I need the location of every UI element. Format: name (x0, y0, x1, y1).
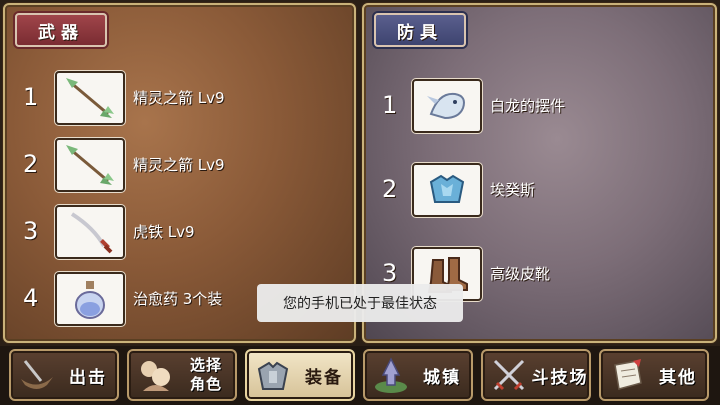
arrow-icon (55, 71, 125, 125)
dragon-ornament-icon (412, 79, 482, 133)
item-name: 精灵之箭 Lv9 (133, 156, 225, 174)
system-toast: 您的手机已处于最佳状态 (257, 284, 463, 322)
nav-label: 斗技场 (531, 367, 589, 388)
nav-town-button[interactable]: 城镇 (363, 349, 473, 401)
slot-number: 3 (382, 259, 398, 287)
weapon-slot-1[interactable]: 1 精灵之箭 Lv9 (5, 71, 354, 127)
armor-icon (251, 353, 295, 397)
nav-label: 选择 角色 (177, 356, 235, 394)
nav-arena-button[interactable]: 斗技场 (481, 349, 591, 401)
slot-number: 4 (23, 284, 39, 312)
blue-armor-icon (412, 163, 482, 217)
slot-number: 2 (382, 175, 398, 203)
weapon-slot-2[interactable]: 2 精灵之箭 Lv9 (5, 138, 354, 194)
item-name: 埃癸斯 (490, 181, 536, 199)
potion-icon (55, 272, 125, 326)
weapon-panel-title: 武器 (15, 13, 107, 47)
town-icon (369, 353, 413, 397)
bottom-navbar: 出击 选择 角色 装备 城镇 斗技场 其他 (0, 346, 720, 405)
weapon-slot-3[interactable]: 3 虎铁 Lv9 (5, 205, 354, 261)
item-name: 治愈药 3个装 (133, 290, 223, 308)
nav-sortie-button[interactable]: 出击 (9, 349, 119, 401)
scroll-icon (605, 353, 649, 397)
nav-equipment-button[interactable]: 装备 (245, 349, 355, 401)
arrow-icon (55, 138, 125, 192)
characters-icon (133, 353, 177, 397)
item-name: 精灵之箭 Lv9 (133, 89, 225, 107)
armor-slot-1[interactable]: 1 白龙的摆件 (364, 79, 715, 135)
slot-number: 2 (23, 150, 39, 178)
nav-label: 装备 (305, 367, 343, 388)
slot-number: 1 (23, 83, 39, 111)
nav-other-button[interactable]: 其他 (599, 349, 709, 401)
nav-select-character-button[interactable]: 选择 角色 (127, 349, 237, 401)
nav-label: 其他 (659, 367, 697, 388)
item-name: 高级皮靴 (490, 265, 551, 283)
armor-panel-title: 防具 (374, 13, 466, 47)
nav-label: 出击 (69, 367, 107, 388)
crossed-swords-icon (487, 353, 531, 397)
slot-number: 3 (23, 217, 39, 245)
saber-icon (55, 205, 125, 259)
nav-label-line1: 选择 (189, 356, 222, 374)
item-name: 虎铁 Lv9 (133, 223, 195, 241)
nav-label-line2: 角色 (189, 375, 222, 393)
armor-slot-2[interactable]: 2 埃癸斯 (364, 163, 715, 219)
slot-number: 1 (382, 91, 398, 119)
item-name: 白龙的摆件 (490, 97, 566, 115)
ship-icon (15, 353, 59, 397)
nav-label: 城镇 (423, 367, 461, 388)
